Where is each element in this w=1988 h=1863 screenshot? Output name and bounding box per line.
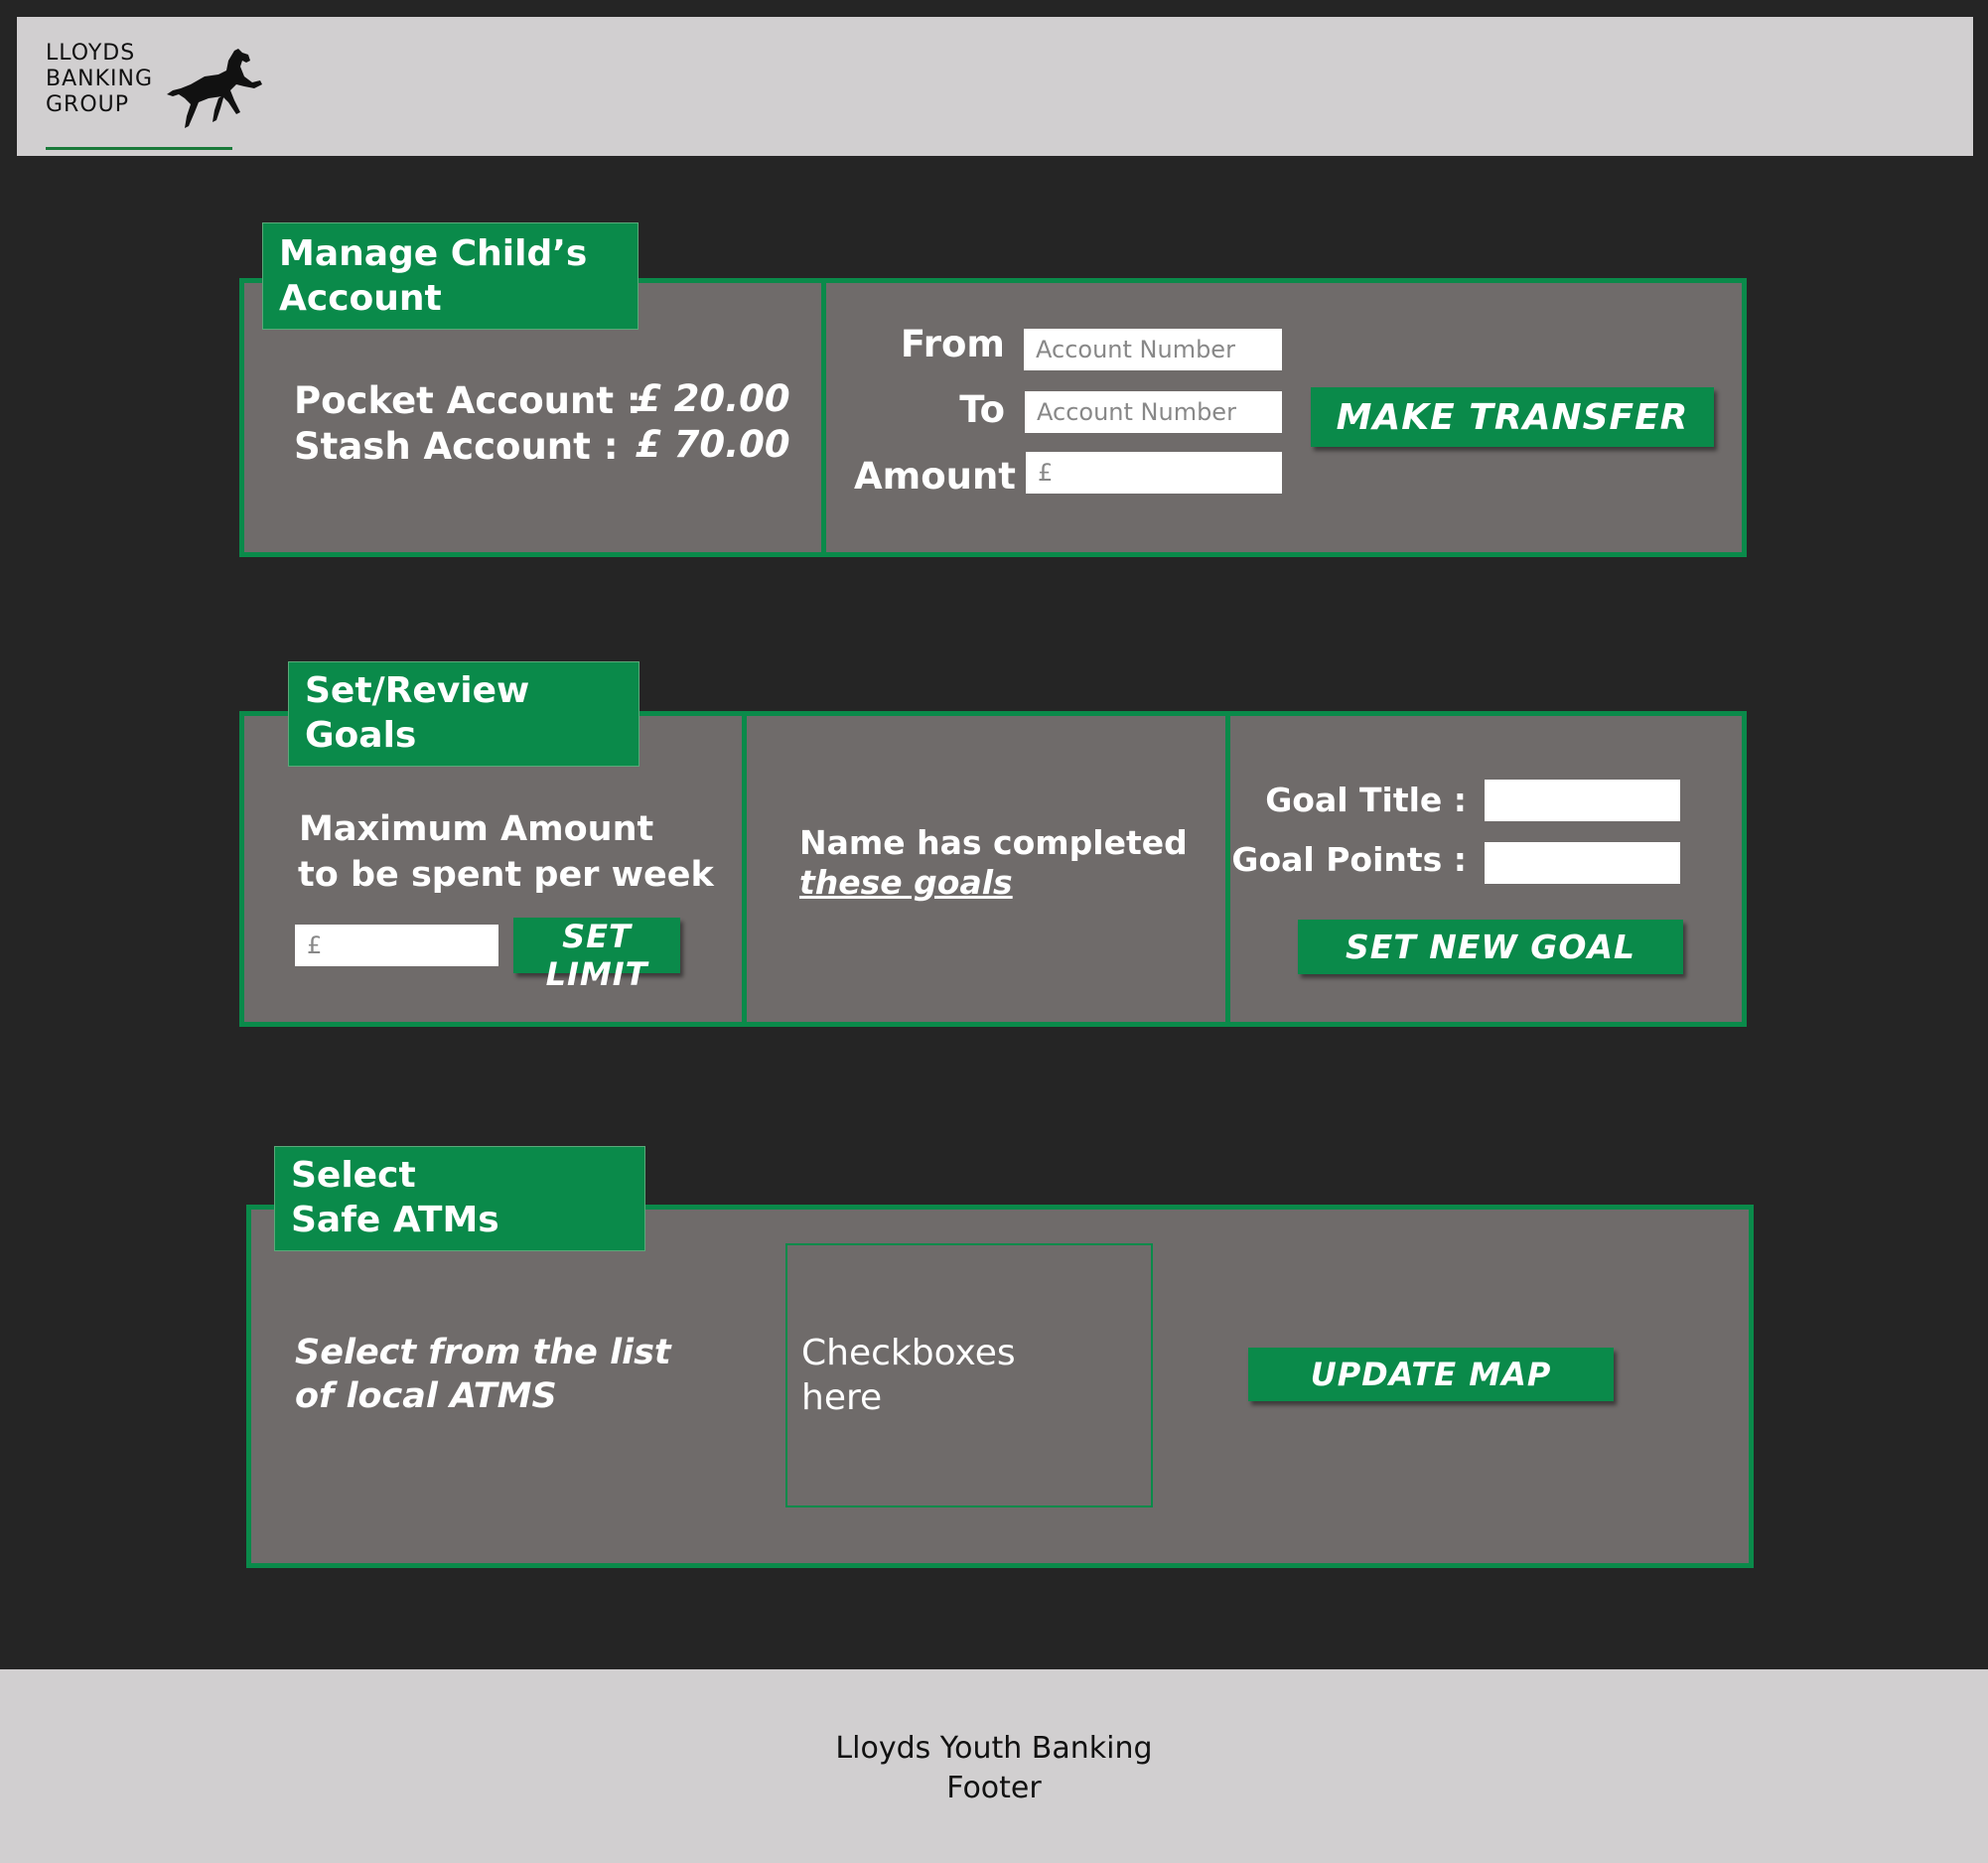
to-label: To [959,388,1005,431]
goals-tag: Set/Review Goals [288,661,639,767]
goal-title-label: Goal Title : [1265,781,1467,819]
update-map-button[interactable]: UPDATE MAP [1248,1348,1614,1401]
atm-checkbox-list[interactable]: Checkboxes here [785,1243,1153,1507]
to-account-input[interactable] [1025,391,1282,433]
goal-title-input[interactable] [1485,780,1680,821]
tag-line-1: Set/Review [305,670,530,711]
goal-points-label: Goal Points : [1231,840,1467,879]
logo-line-1: LLOYDS [46,41,136,66]
panel-divider [742,716,747,1022]
set-limit-button[interactable]: SET LIMIT [513,918,680,993]
from-label: From [900,323,1005,365]
select-atms-line-1: Select from the list [295,1333,671,1372]
lloyds-logo[interactable]: LLOYDS BANKING GROUP [46,41,274,152]
from-account-input[interactable] [1024,329,1282,370]
tag-line-2: Goals [305,715,417,756]
footer: Lloyds Youth Banking Footer [0,1669,1988,1863]
logo-line-2: BANKING [46,67,154,91]
tag-line-2: Account [279,278,442,319]
logo-underline [46,147,232,150]
goal-points-input[interactable] [1485,842,1680,884]
manage-account-tag: Manage Child’s Account [262,222,639,330]
black-horse-icon [167,49,262,128]
these-goals-link[interactable]: these goals [799,863,1013,902]
panel-divider [821,283,826,552]
select-atms-line-2: of local ATMS [295,1376,557,1416]
max-amount-line-1: Maximum Amount [299,809,654,849]
logo-text: LLOYDS BANKING GROUP [46,41,153,118]
tag-line-1: Select [291,1155,416,1196]
footer-line-1: Lloyds Youth Banking [835,1731,1153,1766]
make-transfer-button[interactable]: MAKE TRANSFER [1311,387,1714,447]
set-new-goal-button[interactable]: SET NEW GOAL [1298,920,1683,974]
amount-input[interactable] [1026,452,1282,494]
pocket-account-label: Pocket Account : [294,379,641,422]
max-amount-line-2: to be spent per week [298,855,714,895]
checkbox-placeholder-line-1: Checkboxes [801,1333,1016,1373]
weekly-limit-input[interactable] [295,925,498,966]
stash-account-value: £ 70.00 [636,423,790,466]
footer-line-2: Footer [946,1771,1042,1805]
completed-text: Name has completed [799,823,1188,862]
amount-label: Amount [854,455,1016,498]
atms-tag: Select Safe ATMs [274,1146,645,1251]
header: LLOYDS BANKING GROUP [17,17,1973,156]
logo-line-3: GROUP [46,92,130,117]
panel-divider [1225,716,1230,1022]
checkbox-placeholder-line-2: here [801,1377,883,1418]
stash-account-label: Stash Account : [294,425,619,468]
pocket-account-value: £ 20.00 [636,377,790,420]
tag-line-2: Safe ATMs [291,1200,499,1240]
tag-line-1: Manage Child’s [279,233,588,274]
footer-text: Lloyds Youth Banking Footer [0,1729,1988,1808]
